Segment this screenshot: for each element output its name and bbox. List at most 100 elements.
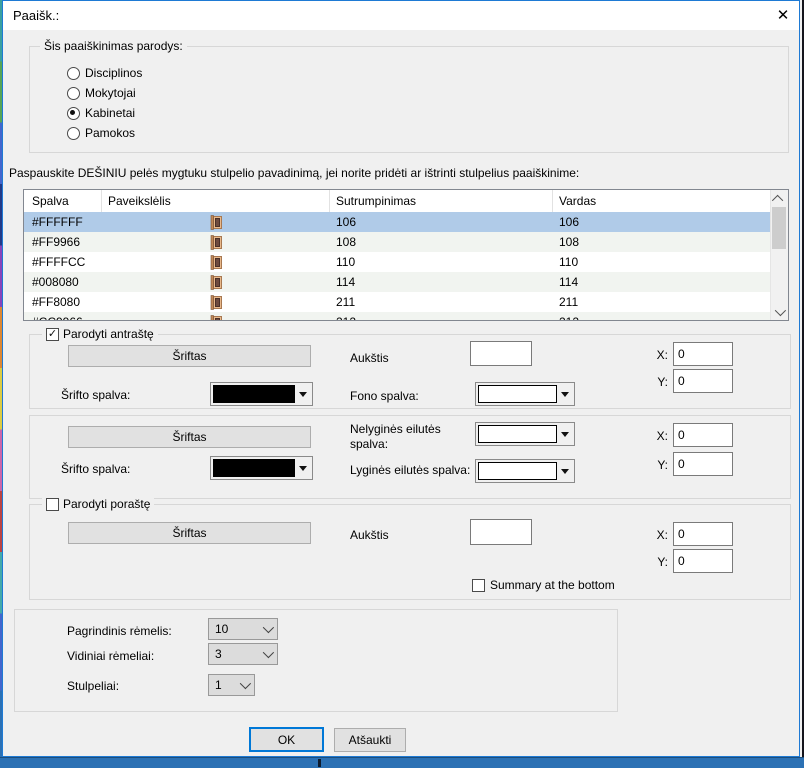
rows-font-button[interactable]: Šriftas xyxy=(68,426,311,448)
header-x-label: X: xyxy=(648,348,668,362)
scroll-up-icon[interactable] xyxy=(771,190,787,207)
chevron-down-icon xyxy=(240,678,251,689)
chevron-down-icon xyxy=(263,647,274,658)
header-font-color-label: Šrifto spalva: xyxy=(61,388,130,402)
color-swatch xyxy=(478,462,557,480)
checkbox-label: Parodyti poraštę xyxy=(63,497,150,511)
table-row[interactable]: #CC9966 212 212 xyxy=(24,312,772,321)
dropdown-arrow-icon xyxy=(295,459,310,477)
header-font-button[interactable]: Šriftas xyxy=(68,345,311,367)
table-row[interactable]: #008080 114 114 xyxy=(24,272,772,292)
filter-legend: Šis paaiškinimas parodys: xyxy=(40,39,187,53)
title-bar xyxy=(3,1,799,30)
column-header-paveikslelis[interactable]: Paveikslėlis xyxy=(102,190,330,212)
cell-name: 114 xyxy=(553,275,772,289)
radio-label: Kabinetai xyxy=(85,106,135,120)
background-window-bottom-strip xyxy=(0,757,804,768)
footer-x-input[interactable] xyxy=(673,522,733,546)
header-height-input[interactable] xyxy=(470,341,532,366)
cell-abbr: 106 xyxy=(330,215,553,229)
select-value: 3 xyxy=(215,647,263,661)
table-row[interactable]: #FFFFFF 106 106 xyxy=(24,212,772,232)
checkbox-icon xyxy=(46,498,59,511)
header-height-label: Aukštis xyxy=(350,351,389,365)
table-row[interactable]: #FF8080 211 211 xyxy=(24,292,772,312)
column-header-vardas[interactable]: Vardas xyxy=(553,190,772,212)
rows-x-input[interactable] xyxy=(673,423,733,447)
odd-rows-color-label: Nelyginės eilutės spalva: xyxy=(350,422,462,452)
checkbox-label: Parodyti antraštę xyxy=(63,327,154,341)
rows-font-color-dropdown[interactable] xyxy=(210,456,313,480)
radio-kabinetai[interactable]: Kabinetai xyxy=(67,106,135,120)
color-swatch xyxy=(478,385,557,403)
door-icon xyxy=(102,275,330,290)
scroll-down-icon[interactable] xyxy=(771,303,787,320)
dropdown-arrow-icon xyxy=(295,385,310,403)
cell-name: 110 xyxy=(553,255,772,269)
cell-name: 106 xyxy=(553,215,772,229)
table-scrollbar[interactable] xyxy=(770,190,788,320)
cell-color: #FF8080 xyxy=(24,295,102,309)
column-header-sutrumpinimas[interactable]: Sutrumpinimas xyxy=(330,190,553,212)
table-row[interactable]: #FFFFCC 110 110 xyxy=(24,252,772,272)
footer-font-button[interactable]: Šriftas xyxy=(68,522,311,544)
cell-abbr: 108 xyxy=(330,235,553,249)
color-swatch xyxy=(213,459,295,477)
select-value: 1 xyxy=(215,678,240,692)
radio-disciplinos[interactable]: Disciplinos xyxy=(67,66,142,80)
rows-y-label: Y: xyxy=(648,458,668,472)
columns-count-label: Stulpeliai: xyxy=(67,679,119,693)
cell-color: #FF9966 xyxy=(24,235,102,249)
columns-count-select[interactable]: 1 xyxy=(208,674,255,696)
background-window-divider xyxy=(318,759,321,767)
odd-rows-color-dropdown[interactable] xyxy=(475,422,575,446)
inner-borders-select[interactable]: 3 xyxy=(208,643,278,665)
dropdown-arrow-icon xyxy=(557,425,572,443)
door-icon xyxy=(102,215,330,230)
header-bg-color-dropdown[interactable] xyxy=(475,382,575,406)
close-icon[interactable]: ✕ xyxy=(771,6,795,26)
columns-table[interactable]: Spalva Paveikslėlis Sutrumpinimas Vardas… xyxy=(23,189,789,321)
cell-name: 212 xyxy=(553,315,772,321)
show-footer-checkbox[interactable]: Parodyti poraštę xyxy=(42,497,154,511)
radio-pamokos[interactable]: Pamokos xyxy=(67,126,135,140)
door-icon xyxy=(102,235,330,250)
checkbox-icon xyxy=(472,579,485,592)
header-y-input[interactable] xyxy=(673,369,733,393)
dropdown-arrow-icon xyxy=(557,385,572,403)
cell-abbr: 211 xyxy=(330,295,553,309)
checkbox-label: Summary at the bottom xyxy=(490,578,615,592)
color-swatch xyxy=(478,425,557,443)
header-font-color-dropdown[interactable] xyxy=(210,382,313,406)
table-row[interactable]: #FF9966 108 108 xyxy=(24,232,772,252)
dialog-title: Paaišk.: xyxy=(13,8,59,23)
cell-name: 211 xyxy=(553,295,772,309)
cell-color: #FFFFFF xyxy=(24,215,102,229)
cell-color: #008080 xyxy=(24,275,102,289)
show-header-checkbox[interactable]: Parodyti antraštę xyxy=(42,327,158,341)
select-value: 10 xyxy=(215,622,263,636)
header-y-label: Y: xyxy=(648,375,668,389)
scrollbar-thumb[interactable] xyxy=(772,207,786,249)
main-border-label: Pagrindinis rėmelis: xyxy=(67,624,172,638)
radio-icon xyxy=(67,107,80,120)
cell-abbr: 110 xyxy=(330,255,553,269)
radio-label: Mokytojai xyxy=(85,86,136,100)
radio-mokytojai[interactable]: Mokytojai xyxy=(67,86,136,100)
footer-height-input[interactable] xyxy=(470,519,532,545)
header-x-input[interactable] xyxy=(673,342,733,366)
table-header-row: Spalva Paveikslėlis Sutrumpinimas Vardas xyxy=(24,190,772,212)
cell-abbr: 212 xyxy=(330,315,553,321)
cancel-button[interactable]: Atšaukti xyxy=(334,728,406,752)
footer-height-label: Aukštis xyxy=(350,528,389,542)
even-rows-color-label: Lyginės eilutės spalva: xyxy=(350,463,470,477)
main-border-select[interactable]: 10 xyxy=(208,618,278,640)
columns-instruction: Paspauskite DEŠINIU pelės mygtuku stulpe… xyxy=(9,166,795,180)
even-rows-color-dropdown[interactable] xyxy=(475,459,575,483)
header-bg-color-label: Fono spalva: xyxy=(350,389,419,403)
ok-button[interactable]: OK xyxy=(249,727,324,752)
column-header-spalva[interactable]: Spalva xyxy=(24,190,102,212)
rows-y-input[interactable] xyxy=(673,452,733,476)
summary-at-bottom-checkbox[interactable]: Summary at the bottom xyxy=(472,578,615,592)
footer-y-input[interactable] xyxy=(673,549,733,573)
